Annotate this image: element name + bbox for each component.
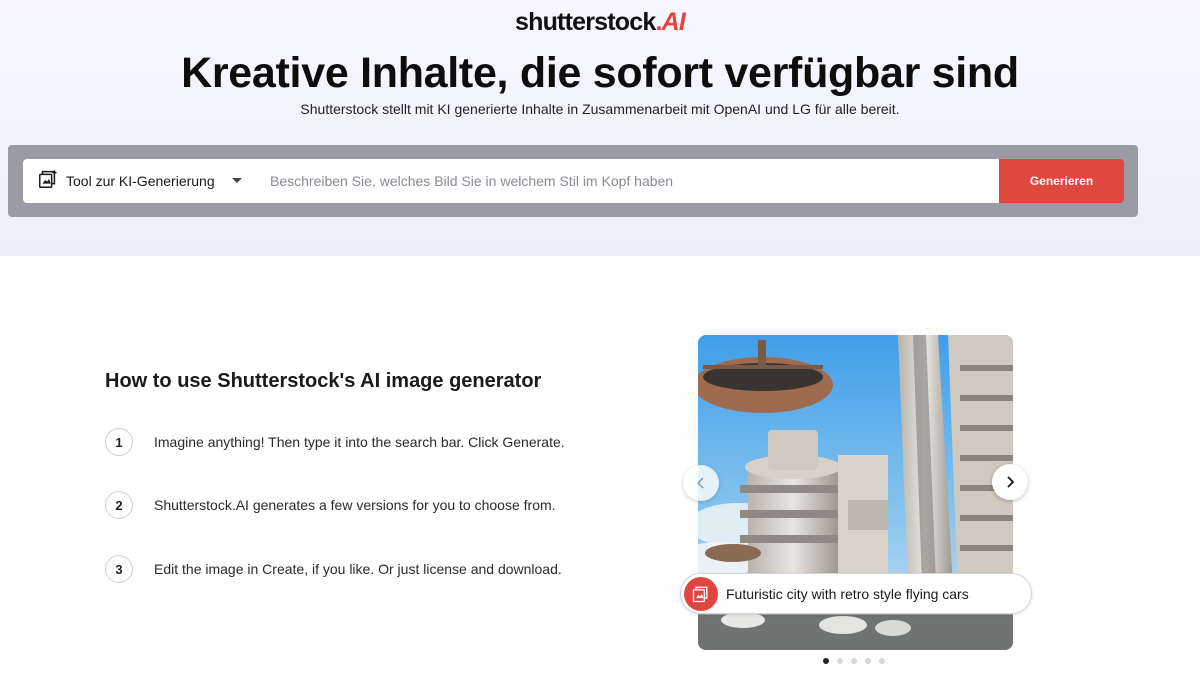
step-item: 1 Imagine anything! Then type it into th… (105, 428, 565, 456)
carousel-dot[interactable] (837, 658, 843, 664)
chevron-down-icon (232, 178, 242, 183)
step-number: 2 (105, 491, 133, 519)
step-number: 3 (105, 555, 133, 583)
example-prompt-text: Futuristic city with retro style flying … (726, 585, 969, 602)
tool-select-dropdown[interactable]: Tool zur KI-Generierung (23, 159, 255, 203)
step-text: Shutterstock.AI generates a few versions… (154, 497, 556, 513)
step-item: 2 Shutterstock.AI generates a few versio… (105, 491, 556, 519)
step-text: Edit the image in Create, if you like. O… (154, 561, 562, 577)
carousel-dot[interactable] (879, 658, 885, 664)
carousel-next-button[interactable] (992, 464, 1028, 500)
shutterstock-ai-logo[interactable]: shutterstock.AI (0, 8, 1200, 37)
step-item: 3 Edit the image in Create, if you like.… (105, 555, 562, 583)
step-text: Imagine anything! Then type it into the … (154, 434, 565, 450)
chevron-right-icon (1007, 476, 1015, 488)
page-subline: Shutterstock stellt mit KI generierte In… (300, 101, 900, 117)
page-headline: Kreative Inhalte, die sofort verfügbar s… (181, 49, 1019, 97)
example-prompt-pill[interactable]: Futuristic city with retro style flying … (680, 573, 1032, 614)
chevron-left-icon (696, 477, 704, 489)
logo-wordmark: shutterstock (515, 8, 656, 36)
prompt-input[interactable] (254, 159, 1000, 203)
carousel-prev-button[interactable] (683, 465, 719, 501)
ai-generate-icon (684, 576, 718, 611)
carousel-dot[interactable] (851, 658, 857, 664)
logo-ai: AI (661, 8, 686, 36)
carousel-dot[interactable] (823, 658, 829, 664)
ai-generate-icon (37, 168, 59, 195)
generate-button[interactable]: Generieren (999, 159, 1124, 203)
carousel-dot[interactable] (865, 658, 871, 664)
step-number: 1 (105, 428, 133, 456)
howto-title: How to use Shutterstock's AI image gener… (105, 370, 542, 392)
ai-search-bar: Tool zur KI-Generierung Generieren (8, 145, 1138, 217)
hero-section: shutterstock.AI Kreative Inhalte, die so… (0, 0, 1200, 256)
carousel-dots (823, 658, 885, 664)
tool-select-label: Tool zur KI-Generierung (66, 173, 215, 189)
